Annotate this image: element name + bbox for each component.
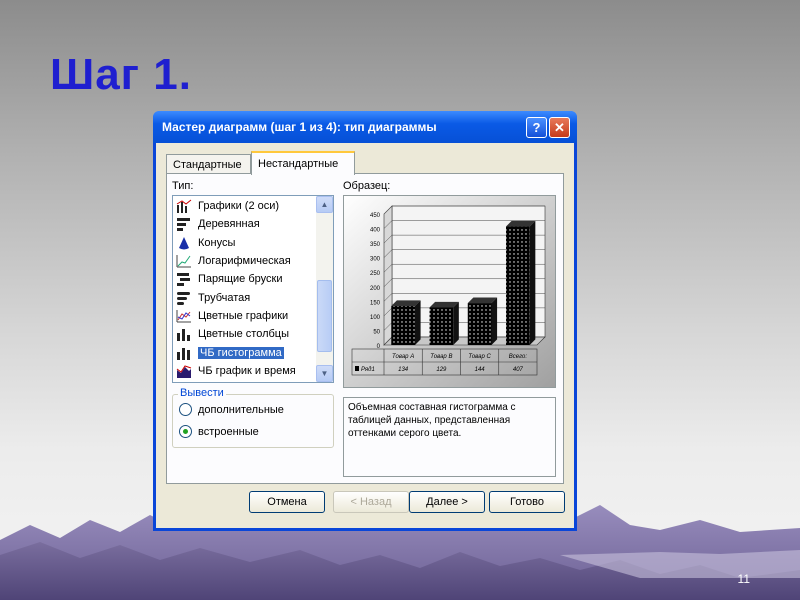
floating-bars-icon xyxy=(176,272,192,287)
radio-builtin[interactable]: встроенные xyxy=(179,425,259,438)
category-label: Всего: xyxy=(509,354,528,360)
chart-side-wall xyxy=(383,205,393,346)
list-item-bw-line-time[interactable]: ЧБ график и время xyxy=(174,362,315,380)
page-number: 11 xyxy=(737,572,750,586)
scroll-thumb[interactable] xyxy=(317,280,332,352)
close-button[interactable]: ✕ xyxy=(549,117,570,138)
tab-nonstandard[interactable]: Нестандартные xyxy=(251,151,355,175)
back-button[interactable]: < Назад xyxy=(333,491,409,513)
chart-preview: 0 50 100 150 200 250 300 350 400 450 Товар A 134 Тов… xyxy=(343,195,556,388)
dialog-titlebar[interactable]: Мастер диаграмм (шаг 1 из 4): тип диагра… xyxy=(153,111,577,143)
bar-front xyxy=(391,305,415,345)
y-tick-label: 200 xyxy=(370,286,381,292)
chart-type-list: Графики (2 оси) Деревянная Конусы Логари… xyxy=(174,197,315,381)
y-tick-label: 400 xyxy=(370,228,381,234)
y-tick-label: 450 xyxy=(370,213,381,219)
list-item-colored-lines[interactable]: Цветные графики xyxy=(174,307,315,325)
category-label: Товар A xyxy=(392,354,414,360)
chart-type-listbox[interactable]: Графики (2 оси) Деревянная Конусы Логари… xyxy=(172,195,334,383)
bar-side xyxy=(491,297,498,345)
y-tick-label: 250 xyxy=(370,271,381,277)
data-value-label: 144 xyxy=(475,367,486,373)
y-tick-label: 50 xyxy=(373,329,380,335)
dialog-buttons: Отмена < Назад Далее > Готово xyxy=(156,491,574,515)
cone-icon xyxy=(176,236,192,250)
tab-standard[interactable]: Стандартные xyxy=(166,154,251,174)
scroll-up-icon[interactable]: ▲ xyxy=(316,196,333,213)
bar-side xyxy=(414,300,421,345)
dialog-client-area: Стандартные Нестандартные Тип: Образец: … xyxy=(156,143,574,528)
bw-line-time-icon xyxy=(176,364,192,378)
list-item-two-axis[interactable]: Графики (2 оси) xyxy=(174,197,315,215)
bar-front xyxy=(429,307,454,345)
tab-panel: Тип: Образец: Графики (2 оси) Деревянная… xyxy=(166,173,564,484)
bar-side xyxy=(453,301,459,345)
colored-lines-icon xyxy=(176,309,192,323)
dialog-title: Мастер диаграмм (шаг 1 из 4): тип диагра… xyxy=(162,120,437,134)
wooden-bars-icon xyxy=(176,217,192,232)
slide-title: Шаг 1. xyxy=(50,50,192,99)
two-axis-chart-icon xyxy=(176,199,192,214)
y-tick-label: 300 xyxy=(370,257,381,263)
bar-front xyxy=(467,303,492,345)
series-label: Ряд1 xyxy=(361,367,375,373)
y-tick-label: 150 xyxy=(370,300,381,306)
category-label: Товар C xyxy=(468,354,491,360)
data-value-label: 129 xyxy=(436,367,447,373)
output-group-label: Вывести xyxy=(178,387,226,399)
tube-bars-icon xyxy=(176,291,192,305)
log-chart-icon xyxy=(176,254,192,268)
next-button[interactable]: Далее > xyxy=(409,491,485,513)
list-item-bw-histogram[interactable]: ЧБ гистограмма xyxy=(174,343,315,361)
bar-side xyxy=(529,220,536,345)
list-item-wooden[interactable]: Деревянная xyxy=(174,215,315,233)
data-value-label: 407 xyxy=(513,367,524,373)
list-item-floating[interactable]: Парящие бруски xyxy=(174,270,315,288)
y-tick-label: 350 xyxy=(370,242,381,248)
help-button[interactable]: ? xyxy=(526,117,547,138)
sample-label: Образец: xyxy=(343,180,391,192)
cancel-button[interactable]: Отмена xyxy=(249,491,325,513)
bar-front xyxy=(506,226,530,345)
legend-key xyxy=(355,366,359,371)
chart-description: Объемная составная гистограмма с таблице… xyxy=(343,397,556,477)
scroll-down-icon[interactable]: ▼ xyxy=(316,365,333,382)
finish-button[interactable]: Готово xyxy=(489,491,565,513)
colored-columns-icon xyxy=(176,327,192,342)
y-tick-label: 100 xyxy=(370,315,381,321)
list-item-log[interactable]: Логарифмическая xyxy=(174,252,315,270)
radio-circle-checked[interactable] xyxy=(179,425,192,438)
radio-additional[interactable]: дополнительные xyxy=(179,403,284,416)
bw-histogram-icon xyxy=(176,346,192,360)
radio-circle[interactable] xyxy=(179,403,192,416)
list-item-tube[interactable]: Трубчатая xyxy=(174,288,315,306)
data-value-label: 134 xyxy=(398,367,409,373)
chart-wizard-dialog: Мастер диаграмм (шаг 1 из 4): тип диагра… xyxy=(153,111,577,531)
output-groupbox: Вывести дополнительные встроенные xyxy=(172,387,334,448)
chart-type-scrollbar[interactable]: ▲ ▼ xyxy=(316,196,333,382)
preview-chart: 050100150200250300350400450Товар A134Тов… xyxy=(344,196,555,387)
list-item-cones[interactable]: Конусы xyxy=(174,234,315,252)
type-label: Тип: xyxy=(172,180,194,192)
category-label: Товар B xyxy=(430,354,452,360)
list-item-colored-columns[interactable]: Цветные столбцы xyxy=(174,325,315,343)
